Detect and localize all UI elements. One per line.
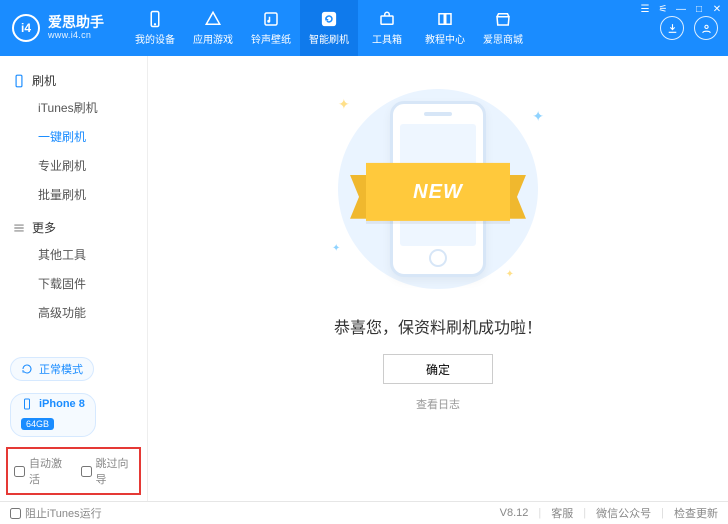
success-illustration: ✦ ✦ ✦ ✦ NEW <box>308 84 568 294</box>
status-bar: 阻止iTunes运行 V8.12 | 客服 | 微信公众号 | 检查更新 <box>0 502 728 524</box>
menu-button[interactable]: ☰ <box>638 2 652 16</box>
sidebar-item-pro-flash[interactable]: 专业刷机 <box>0 151 147 180</box>
skip-guide-checkbox[interactable]: 跳过向导 <box>81 455 134 487</box>
nav-label: 工具箱 <box>372 31 402 46</box>
logo-badge-icon: i4 <box>12 14 40 42</box>
pin-button[interactable]: ⚟ <box>656 2 670 16</box>
phone-icon <box>146 10 164 28</box>
nav-label: 铃声壁纸 <box>251 31 291 46</box>
menu-icon <box>12 221 26 235</box>
nav-tutorial[interactable]: 教程中心 <box>416 0 474 56</box>
top-nav: 我的设备 应用游戏 铃声壁纸 智能刷机 工具箱 教程中心 爱思商城 <box>126 0 532 56</box>
shop-icon <box>494 10 512 28</box>
sidebar-section-more[interactable]: 更多 <box>0 215 147 240</box>
support-link[interactable]: 客服 <box>551 505 573 521</box>
nav-smart-flash[interactable]: 智能刷机 <box>300 0 358 56</box>
sidebar-item-itunes-flash[interactable]: iTunes刷机 <box>0 93 147 122</box>
check-update-link[interactable]: 检查更新 <box>674 505 718 521</box>
checkbox-label: 阻止iTunes运行 <box>25 505 102 521</box>
section-title: 刷机 <box>32 72 56 89</box>
sidebar-item-oneclick-flash[interactable]: 一键刷机 <box>0 122 147 151</box>
wechat-link[interactable]: 微信公众号 <box>596 505 651 521</box>
nav-my-device[interactable]: 我的设备 <box>126 0 184 56</box>
sidebar-section-flash[interactable]: 刷机 <box>0 68 147 93</box>
mode-label: 正常模式 <box>39 361 83 377</box>
download-button[interactable] <box>660 16 684 40</box>
phone-outline-icon <box>12 74 26 88</box>
block-itunes-input[interactable] <box>10 508 21 519</box>
ribbon-text: NEW <box>366 163 510 221</box>
nav-label: 教程中心 <box>425 31 465 46</box>
nav-label: 智能刷机 <box>309 31 349 46</box>
nav-apps-games[interactable]: 应用游戏 <box>184 0 242 56</box>
sparkle-icon: ✦ <box>332 243 340 254</box>
window-controls: ☰ ⚟ — □ ✕ <box>638 2 724 16</box>
device-capacity-badge: 64GB <box>21 418 54 430</box>
main-content: ✦ ✦ ✦ ✦ NEW 恭喜您，保资料刷机成功啦！ 确定 查看日志 <box>148 56 728 501</box>
app-name: 爱思助手 <box>48 15 104 30</box>
nav-label: 爱思商城 <box>483 31 523 46</box>
section-title: 更多 <box>32 219 56 236</box>
skip-guide-input[interactable] <box>81 466 92 477</box>
sidebar-item-advanced[interactable]: 高级功能 <box>0 298 147 327</box>
nav-store[interactable]: 爱思商城 <box>474 0 532 56</box>
account-button[interactable] <box>694 16 718 40</box>
app-url: www.i4.cn <box>48 31 104 41</box>
checkbox-label: 跳过向导 <box>96 455 134 487</box>
header: i4 爱思助手 www.i4.cn 我的设备 应用游戏 铃声壁纸 智能刷机 工具… <box>0 0 728 56</box>
nav-label: 我的设备 <box>135 31 175 46</box>
view-log-link[interactable]: 查看日志 <box>416 396 460 412</box>
checkbox-label: 自动激活 <box>29 455 67 487</box>
ok-button[interactable]: 确定 <box>383 354 493 384</box>
device-mode-pill[interactable]: 正常模式 <box>10 357 94 381</box>
new-ribbon-icon: NEW <box>350 163 526 221</box>
maximize-button[interactable]: □ <box>692 2 706 16</box>
nav-ringtone-wallpaper[interactable]: 铃声壁纸 <box>242 0 300 56</box>
music-icon <box>262 10 280 28</box>
apps-icon <box>204 10 222 28</box>
device-name: iPhone 8 <box>39 398 85 410</box>
sidebar: 刷机 iTunes刷机 一键刷机 专业刷机 批量刷机 更多 其他工具 下载固件 … <box>0 56 148 501</box>
auto-activate-checkbox[interactable]: 自动激活 <box>14 455 67 487</box>
book-icon <box>436 10 454 28</box>
auto-activate-input[interactable] <box>14 466 25 477</box>
success-message: 恭喜您，保资料刷机成功啦！ <box>334 314 542 338</box>
sparkle-icon: ✦ <box>532 108 544 125</box>
minimize-button[interactable]: — <box>674 2 688 16</box>
connected-device-pill[interactable]: iPhone 8 64GB <box>10 393 96 437</box>
highlighted-options: 自动激活 跳过向导 <box>6 447 141 495</box>
sparkle-icon: ✦ <box>338 96 350 113</box>
refresh-icon <box>320 10 338 28</box>
sidebar-item-download-firmware[interactable]: 下载固件 <box>0 269 147 298</box>
nav-label: 应用游戏 <box>193 31 233 46</box>
nav-toolbox[interactable]: 工具箱 <box>358 0 416 56</box>
body: 刷机 iTunes刷机 一键刷机 专业刷机 批量刷机 更多 其他工具 下载固件 … <box>0 56 728 502</box>
toolbox-icon <box>378 10 396 28</box>
version-label: V8.12 <box>500 507 529 519</box>
sidebar-item-batch-flash[interactable]: 批量刷机 <box>0 180 147 209</box>
sidebar-item-other-tools[interactable]: 其他工具 <box>0 240 147 269</box>
sparkle-icon: ✦ <box>506 269 514 280</box>
app-logo: i4 爱思助手 www.i4.cn <box>12 14 104 42</box>
block-itunes-checkbox[interactable]: 阻止iTunes运行 <box>10 505 102 521</box>
close-button[interactable]: ✕ <box>710 2 724 16</box>
